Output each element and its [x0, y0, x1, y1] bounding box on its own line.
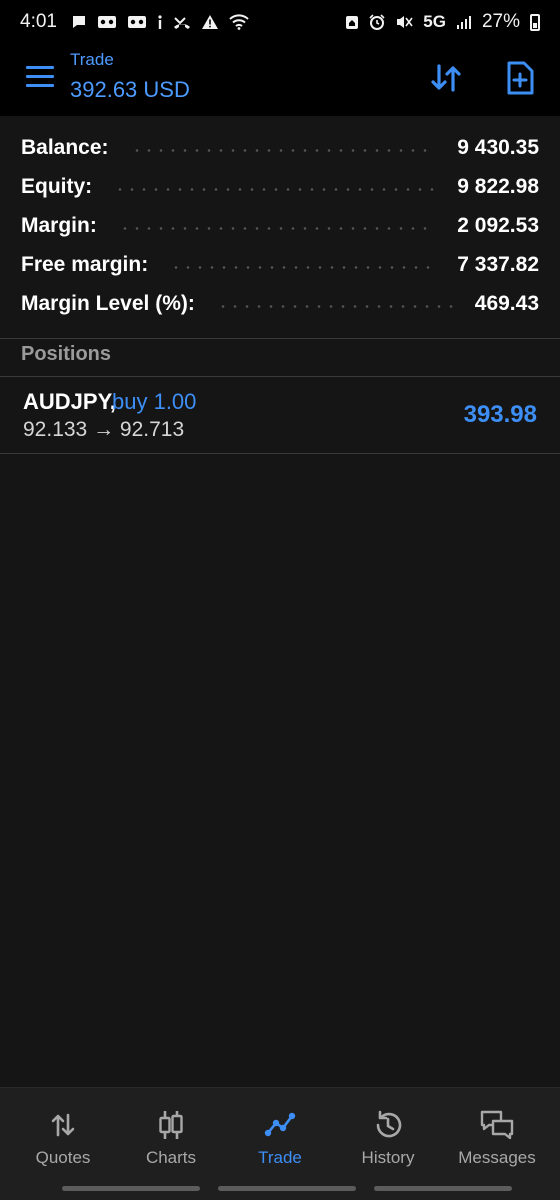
summary-label: Margin Level (%): [21, 291, 195, 315]
gesture-bar[interactable] [374, 1186, 512, 1191]
home-icon [345, 14, 359, 30]
status-right-icons: 5G 27% [345, 11, 540, 33]
bottom-nav: Quotes Charts Trade History Messages [0, 1087, 560, 1200]
summary-label: Margin: [21, 213, 97, 237]
summary-label: Balance: [21, 135, 109, 159]
summary-value: 7 337.82 [457, 252, 539, 276]
menu-icon [26, 66, 54, 69]
quotes-icon [51, 1113, 75, 1137]
new-document-icon [507, 61, 534, 95]
nav-charts[interactable]: Charts [115, 1108, 227, 1168]
trade-icon [264, 1112, 296, 1137]
network-type: 5G [423, 12, 446, 31]
summary-value: 469.43 [474, 291, 539, 315]
summary-value: 9 430.35 [457, 135, 539, 159]
battery-percent: 27% [481, 11, 520, 32]
dot-leader [114, 188, 436, 191]
nav-quotes[interactable]: Quotes [7, 1108, 119, 1168]
summary-row-free-margin: Free margin: 7 337.82 [0, 245, 560, 284]
voicemail-icon [127, 14, 147, 30]
summary-label: Equity: [21, 174, 93, 198]
page-title: Trade [70, 50, 114, 69]
status-left-icons [71, 14, 249, 30]
missed-call-icon [173, 14, 191, 30]
dot-leader [170, 266, 436, 269]
position-row[interactable]: AUDJPY, buy 1.00 92.133 → 92.713 393.98 [0, 377, 560, 453]
dot-leader [216, 305, 453, 308]
position-prices: 92.133 → 92.713 [23, 418, 185, 441]
alarm-icon [369, 14, 385, 30]
page-subtitle: 392.63 USD [70, 77, 190, 102]
summary-label: Free margin: [21, 252, 149, 276]
summary-row-balance: Balance: 9 430.35 [0, 128, 560, 167]
dot-leader [130, 149, 436, 152]
sort-icon [431, 64, 461, 92]
summary-row-margin-level: Margin Level (%): 469.43 [0, 284, 560, 323]
wifi-icon [229, 14, 249, 30]
battery-icon [530, 13, 540, 31]
divider [0, 453, 560, 454]
app-header: Trade 392.63 USD [0, 44, 560, 116]
nav-label: History [361, 1148, 415, 1167]
voicemail-icon [97, 14, 117, 30]
nav-label: Quotes [35, 1148, 91, 1167]
info-icon [157, 14, 163, 30]
divider [0, 338, 560, 339]
dot-leader [118, 227, 436, 230]
nav-label: Messages [458, 1148, 536, 1167]
position-profit: 393.98 [463, 401, 537, 428]
charts-icon [159, 1111, 183, 1139]
summary-value: 2 092.53 [457, 213, 539, 237]
nav-label: Trade [258, 1148, 302, 1167]
new-order-button[interactable] [500, 58, 540, 98]
nav-label: Charts [145, 1148, 197, 1167]
position-symbol: AUDJPY, [23, 389, 116, 414]
status-time: 4:01 [20, 11, 57, 32]
nav-messages[interactable]: Messages [441, 1108, 553, 1168]
nav-trade[interactable]: Trade [224, 1108, 336, 1168]
sort-button[interactable] [426, 58, 466, 98]
gesture-bar[interactable] [62, 1186, 200, 1191]
position-side: buy 1.00 [112, 389, 197, 414]
mute-icon [395, 14, 413, 30]
menu-button[interactable] [26, 66, 54, 88]
messages-icon [480, 1110, 514, 1140]
status-bar: 4:01 5G 27% [0, 0, 560, 44]
warning-icon [201, 14, 219, 30]
summary-value: 9 822.98 [457, 174, 539, 198]
summary-row-margin: Margin: 2 092.53 [0, 206, 560, 245]
positions-header: Positions [21, 343, 112, 365]
account-summary: Balance: 9 430.35 Equity: 9 822.98 Margi… [0, 128, 560, 323]
history-icon [376, 1110, 402, 1138]
gesture-bar[interactable] [218, 1186, 356, 1191]
signal-icon [456, 14, 472, 30]
nav-history[interactable]: History [332, 1108, 444, 1168]
summary-row-equity: Equity: 9 822.98 [0, 167, 560, 206]
message-icon [71, 14, 87, 30]
